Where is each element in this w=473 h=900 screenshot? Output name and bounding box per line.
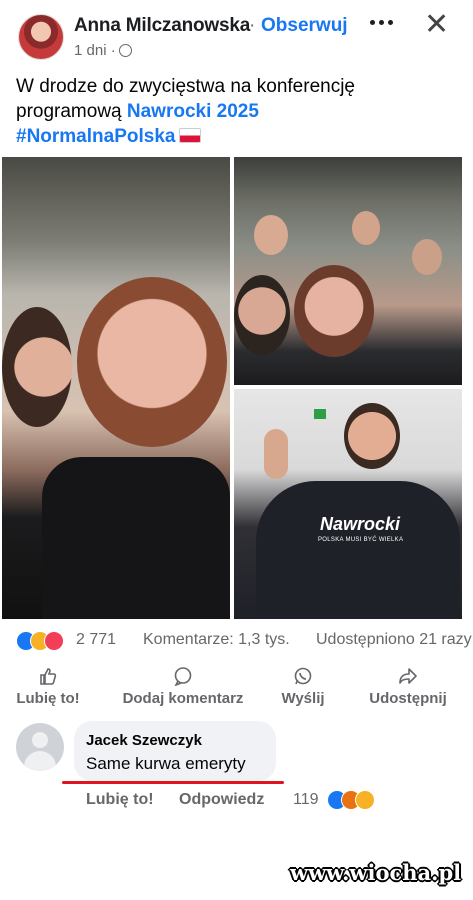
author-avatar[interactable] [18, 14, 64, 60]
shirt-brand: Nawrocki [320, 514, 401, 534]
post-time-label: 1 dni [74, 42, 107, 59]
commenter-name[interactable]: Jacek Szewczyk [86, 732, 202, 749]
comment-icon [174, 667, 192, 686]
poland-flag-icon [179, 128, 202, 143]
more-options-icon[interactable] [368, 12, 398, 36]
post-photo-selfie[interactable] [2, 157, 230, 619]
shirt-slogan: POLSKA MUSI BYĆ WIELKA [318, 537, 404, 543]
close-icon[interactable]: ✕ [424, 10, 449, 40]
comment-reactions-count[interactable]: 119 [293, 791, 319, 809]
post-timestamp[interactable]: 1 dni · [74, 42, 116, 59]
love-icon [44, 631, 64, 651]
globe-icon [119, 44, 132, 57]
post-photo-man-shirt[interactable]: Nawrocki POLSKA MUSI BYĆ WIELKA [234, 389, 462, 619]
nawrocki-link[interactable]: Nawrocki 2025 [127, 101, 259, 122]
comment-button[interactable]: Dodaj komentarz [113, 666, 253, 710]
reactions-count[interactable]: 2 771 [76, 631, 116, 649]
share-arrow-icon [399, 668, 417, 684]
post-reactions-summary[interactable] [16, 631, 76, 651]
comments-count[interactable]: Komentarze: 1,3 tys. [143, 631, 290, 649]
post-text: W drodze do zwycięstwa na konferencję pr… [16, 74, 456, 149]
whatsapp-icon [294, 667, 312, 685]
comment-underline [62, 781, 284, 784]
share-button-label: Udostępnij [369, 690, 447, 707]
header-separator: · [249, 15, 256, 36]
comment-button-label: Dodaj komentarz [122, 690, 244, 707]
like-button-label: Lubię to! [16, 690, 80, 707]
post-photo-bus-passengers[interactable] [234, 157, 462, 385]
hashtag-link[interactable]: #NormalnaPolska [16, 126, 175, 147]
author-name[interactable]: Anna Milczanowska [74, 15, 250, 37]
follow-button[interactable]: Obserwuj [261, 15, 348, 37]
send-button-label: Wyślij [281, 690, 325, 707]
comment-reply-button[interactable]: Odpowiedz [179, 791, 264, 809]
post-text-line1: W drodze do zwycięstwa na konferencję [16, 76, 355, 97]
like-button[interactable]: Lubię to! [5, 666, 91, 710]
thumbs-up-icon [40, 668, 57, 685]
shares-count[interactable]: Udostępniono 21 razy [316, 631, 472, 649]
post-text-line2: programową Nawrocki 2025 [16, 99, 456, 124]
haha-icon [355, 790, 375, 810]
send-button[interactable]: Wyślij [266, 666, 340, 710]
watermark: www.wiocha.pl [290, 860, 462, 885]
time-separator: · [110, 42, 116, 59]
share-button[interactable]: Udostępnij [356, 666, 460, 710]
comment-text: Same kurwa emeryty [86, 754, 246, 773]
comment-reactions-summary[interactable] [327, 790, 391, 810]
comment-like-button[interactable]: Lubię to! [86, 791, 154, 809]
post-text-prefix: programową [16, 101, 127, 122]
commenter-avatar[interactable] [16, 723, 64, 771]
